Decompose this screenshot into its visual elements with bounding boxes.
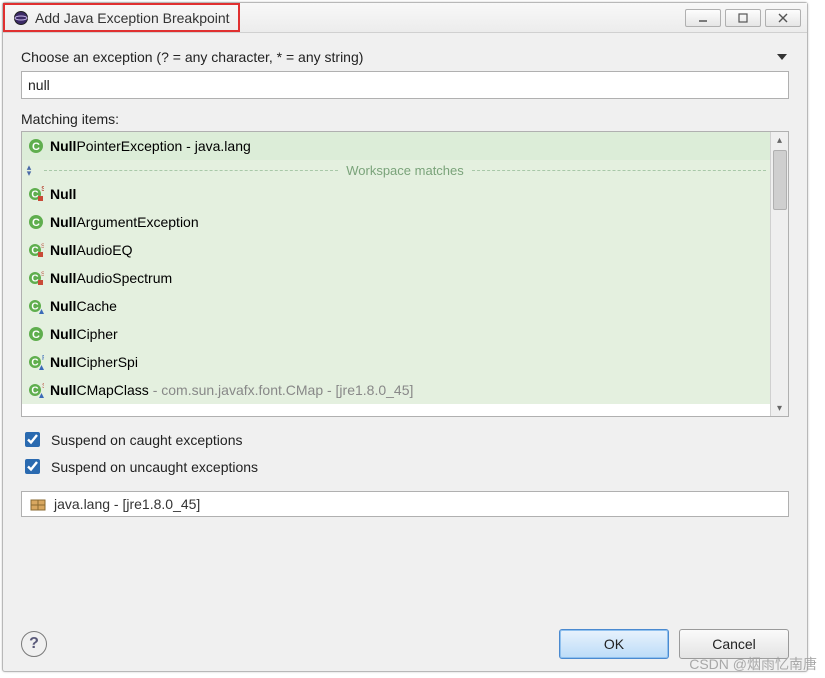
close-button[interactable] [765,9,801,27]
dropdown-menu-arrow-icon[interactable] [775,50,789,64]
svg-text:C: C [31,302,38,313]
chevron-updown-icon: ▴▾ [22,164,36,176]
svg-text:S: S [42,383,44,390]
eclipse-icon [13,10,29,26]
workspace-matches-separator: ▴▾ Workspace matches [22,160,770,180]
package-icon [30,496,46,512]
choose-exception-label: Choose an exception (? = any character, … [21,49,363,65]
svg-text:SF: SF [41,244,44,250]
window-title: Add Java Exception Breakpoint [35,10,230,26]
scroll-up-icon[interactable]: ▴ [771,132,788,148]
dialog-content: Choose an exception (? = any character, … [3,33,807,671]
watermark: CSDN @烟雨忆南唐 [689,654,817,674]
scroll-down-icon[interactable]: ▾ [771,400,788,416]
matching-items-label: Matching items: [21,111,789,127]
class-icon: C [28,326,44,342]
list-item[interactable]: CF NullCipherSpi [22,348,770,376]
matching-items-list: C NullPointerException - java.lang ▴▾ Wo… [21,131,789,417]
checkbox-input[interactable] [25,432,40,447]
svg-text:C: C [32,329,40,341]
class-static-icon: CS [28,186,44,202]
minimize-button[interactable] [685,9,721,27]
svg-text:C: C [31,386,38,397]
list-item[interactable]: CS Null [22,180,770,208]
help-button[interactable]: ? [21,631,47,657]
checkbox-input[interactable] [25,459,40,474]
scroll-thumb[interactable] [773,150,787,210]
suspend-caught-checkbox[interactable]: Suspend on caught exceptions [21,429,789,450]
list-item[interactable]: CSF NullAudioEQ [22,236,770,264]
class-final-static-icon: CSF [28,242,44,258]
list-item[interactable]: C NullPointerException - java.lang [22,132,770,160]
titlebar: Add Java Exception Breakpoint [3,3,807,33]
class-static-abstract-icon: CS [28,382,44,398]
maximize-button[interactable] [725,9,761,27]
list-item[interactable]: CS NullCMapClass - com.sun.javafx.font.C… [22,376,770,404]
svg-text:C: C [31,274,38,285]
dialog-window: Add Java Exception Breakpoint Choose an … [2,2,808,672]
class-icon: C [28,214,44,230]
svg-text:C: C [31,358,38,369]
class-final-static-icon: CSF [28,270,44,286]
search-input[interactable] [21,71,789,99]
svg-text:C: C [32,141,40,153]
list-item[interactable]: C NullArgumentException [22,208,770,236]
scrollbar[interactable]: ▴ ▾ [770,132,788,416]
suspend-uncaught-checkbox[interactable]: Suspend on uncaught exceptions [21,456,789,477]
svg-text:C: C [31,190,38,201]
ok-button[interactable]: OK [559,629,669,659]
list-item[interactable]: C NullCache [22,292,770,320]
svg-text:F: F [42,355,44,362]
class-abstract-icon: C [28,298,44,314]
class-final-icon: CF [28,354,44,370]
package-info: java.lang - [jre1.8.0_45] [21,491,789,517]
titlebar-highlight: Add Java Exception Breakpoint [3,3,240,32]
svg-text:C: C [31,246,38,257]
svg-text:S: S [41,186,44,193]
list-item[interactable]: CSF NullAudioSpectrum [22,264,770,292]
question-icon: ? [29,635,39,653]
list-item[interactable]: C NullCipher [22,320,770,348]
svg-text:SF: SF [41,272,44,278]
svg-text:C: C [32,217,40,229]
class-icon: C [28,138,44,154]
